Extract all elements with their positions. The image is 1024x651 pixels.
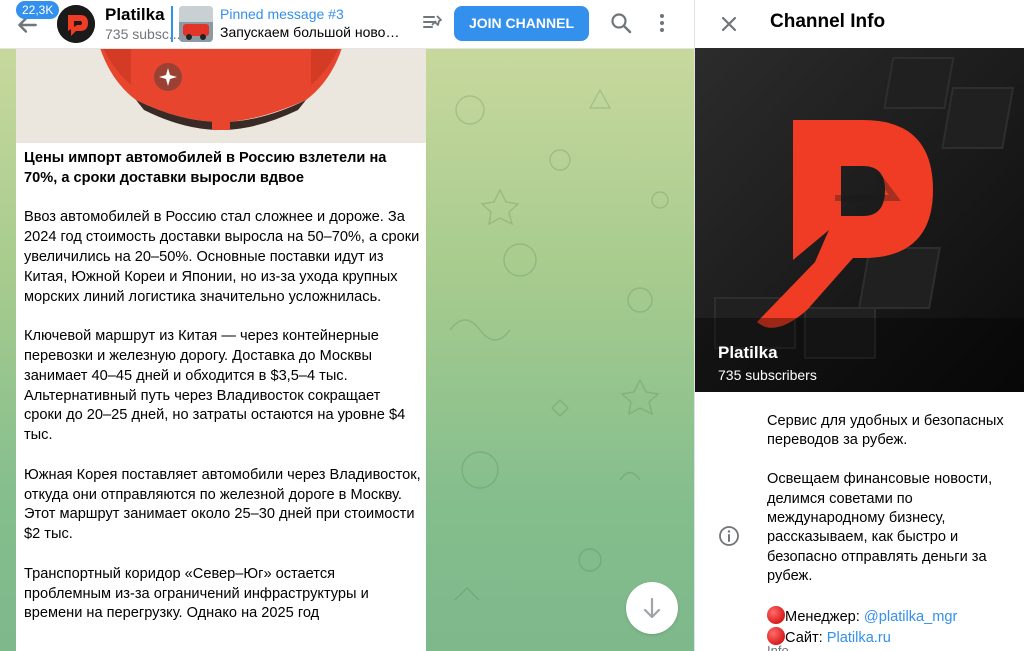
- subscriber-count: 735 subsc...: [105, 26, 181, 42]
- join-channel-button[interactable]: JOIN CHANNEL: [454, 6, 589, 41]
- channel-info-panel: Channel Info Platilka 735 subscribers Се…: [694, 0, 1024, 651]
- message-paragraph: Транспортный коридор «Север–Юг» остается…: [24, 565, 369, 622]
- manager-label: Менеджер:: [785, 609, 864, 626]
- red-circle-icon: [767, 606, 785, 625]
- scroll-down-button[interactable]: [626, 582, 678, 634]
- chat-area: Цены импорт автомобилей в Россию взлетел…: [0, 0, 694, 651]
- info-header: Channel Info: [695, 0, 1024, 48]
- cover-channel-name: Platilka: [718, 343, 778, 362]
- more-vertical-icon[interactable]: [650, 11, 674, 35]
- pinned-message-title[interactable]: Pinned message #3: [220, 6, 344, 22]
- site-link[interactable]: Platilka.ru: [827, 630, 891, 646]
- pinned-indicator: [171, 6, 173, 42]
- channel-title[interactable]: Platilka: [105, 5, 165, 25]
- search-icon[interactable]: [609, 11, 633, 35]
- description-line: Освещаем финансовые новости, делимся сов…: [767, 471, 993, 585]
- close-icon[interactable]: [717, 12, 741, 36]
- info-caption: Info: [767, 643, 789, 651]
- manager-link[interactable]: @platilka_mgr: [864, 609, 958, 625]
- message-headline: Цены импорт автомобилей в Россию взлетел…: [24, 150, 387, 186]
- platilka-logo-icon: [695, 48, 1024, 392]
- cover-subscriber-count: 735 subscribers: [718, 367, 817, 383]
- unread-count-badge: 22,3K: [16, 1, 60, 19]
- info-title: Channel Info: [770, 11, 886, 32]
- chat-header: 22,3K Platilka 735 subsc... Pinned messa…: [0, 0, 694, 49]
- message-text: Цены импорт автомобилей в Россию взлетел…: [24, 149, 422, 644]
- arrow-down-icon: [643, 597, 661, 619]
- message-paragraph: Ключевой маршрут из Китая — через контей…: [24, 328, 406, 444]
- site-label: Сайт:: [785, 630, 827, 647]
- pinned-thumbnail[interactable]: [179, 6, 213, 42]
- pinned-thumbnail-image: [179, 6, 213, 42]
- message-bubble: Цены импорт автомобилей в Россию взлетел…: [16, 0, 426, 651]
- description-line: Сервис для удобных и безопасных переводо…: [767, 413, 1004, 449]
- channel-cover-image[interactable]: [695, 48, 1024, 392]
- pinned-list-icon[interactable]: [421, 11, 445, 35]
- message-paragraph: Южная Корея поставляет автомобили через …: [24, 466, 421, 543]
- pinned-message-text[interactable]: Запускаем большой нового...: [220, 24, 402, 40]
- message-paragraph: Ввоз автомобилей в Россию стал сложнее и…: [24, 209, 420, 305]
- site-line: Сайт: Platilka.ru: [767, 627, 1023, 648]
- info-icon: [719, 526, 739, 546]
- channel-avatar[interactable]: [57, 5, 95, 43]
- manager-line: Менеджер: @platilka_mgr: [767, 606, 1023, 627]
- platilka-logo-icon: [57, 5, 95, 43]
- channel-description: Сервис для удобных и безопасных переводо…: [767, 412, 1023, 649]
